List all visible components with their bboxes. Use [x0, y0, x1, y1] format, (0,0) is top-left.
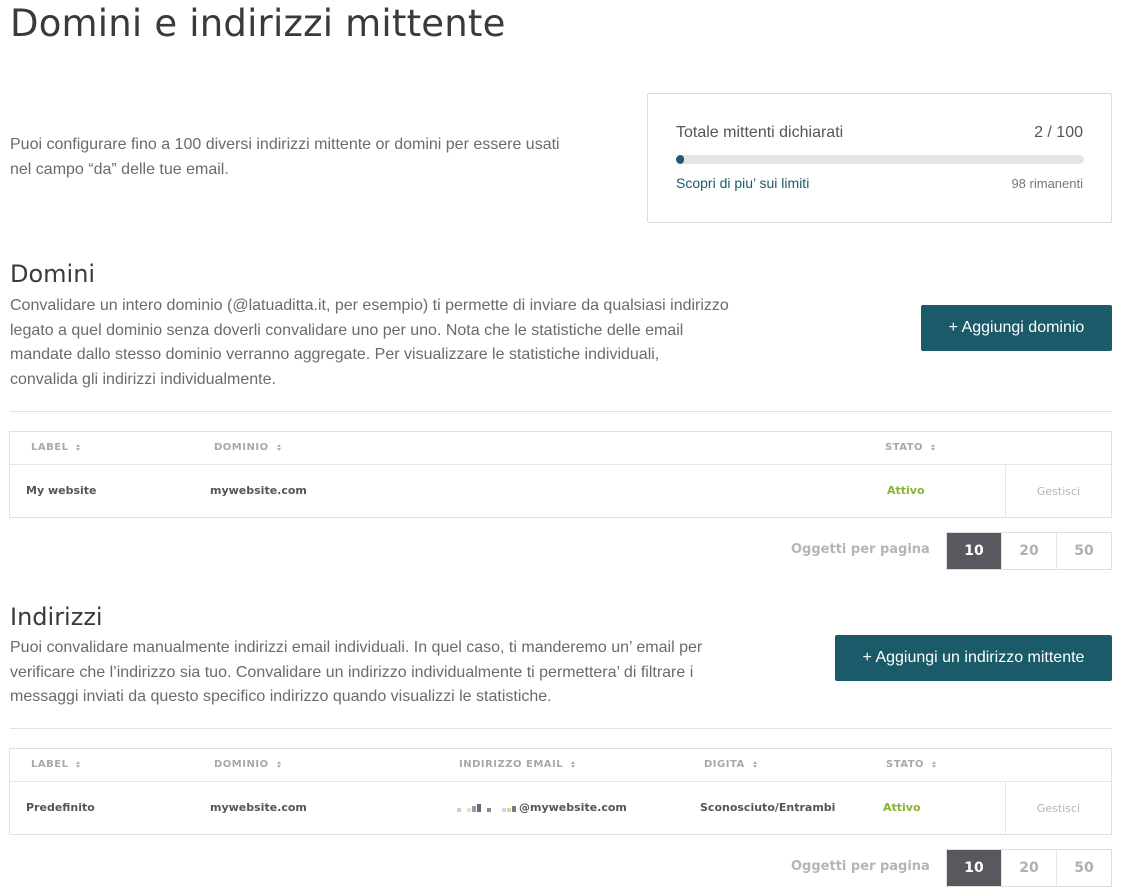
table-row: My website mywebsite.com Attivo Gestisci — [10, 465, 1111, 517]
domains-description: Convalidare un intero dominio (@latuadit… — [10, 297, 729, 388]
sort-icon — [571, 761, 576, 768]
status-badge: Attivo — [883, 801, 921, 814]
table-row: Predefinito mywebsite.com @mywebsite.com… — [10, 782, 1111, 834]
addresses-description: Puoi convalidare manualmente indirizzi e… — [10, 639, 703, 705]
limits-progress-bar — [676, 155, 1084, 164]
row-label: Predefinito — [26, 801, 95, 814]
domains-per-page-selector: 10 20 50 — [946, 532, 1112, 570]
row-type: Sconosciuto/Entrambi — [700, 801, 836, 814]
addresses-table: LABEL DOMINIO INDIRIZZO EMAIL DIGITA STA… — [9, 748, 1112, 835]
domains-divider — [10, 411, 1112, 412]
intro-text: Puoi configurare fino a 100 diversi indi… — [10, 136, 560, 178]
per-page-option-10[interactable]: 10 — [947, 850, 1001, 886]
sort-icon — [932, 761, 937, 768]
sort-icon — [931, 444, 936, 451]
column-header-email[interactable]: INDIRIZZO EMAIL — [459, 759, 576, 770]
sender-limits-card: Totale mittenti dichiarati 2 / 100 Scopr… — [647, 93, 1112, 223]
domains-table: LABEL DOMINIO STATO My website mywebsite… — [9, 431, 1112, 518]
column-header-label[interactable]: LABEL — [31, 759, 81, 770]
column-header-status[interactable]: STATO — [886, 759, 937, 770]
limits-count: 2 / 100 — [1034, 124, 1083, 141]
domains-table-header: LABEL DOMINIO STATO — [10, 432, 1111, 465]
add-domain-button[interactable]: + Aggiungi dominio — [921, 305, 1112, 351]
column-header-type[interactable]: DIGITA — [704, 759, 757, 770]
status-badge: Attivo — [887, 484, 925, 497]
domains-section-title: Domini — [10, 260, 96, 288]
sort-icon — [276, 444, 281, 451]
sort-icon — [76, 444, 81, 451]
sort-icon — [76, 761, 81, 768]
per-page-option-20[interactable]: 20 — [1001, 850, 1056, 886]
row-domain: mywebsite.com — [210, 801, 307, 814]
per-page-label: Oggetti per pagina — [791, 859, 930, 874]
row-domain: mywebsite.com — [210, 484, 307, 497]
sort-icon — [276, 761, 281, 768]
limits-label: Totale mittenti dichiarati — [676, 124, 844, 141]
addresses-per-page-selector: 10 20 50 — [946, 849, 1112, 887]
column-header-domain[interactable]: DOMINIO — [214, 442, 281, 453]
column-header-domain[interactable]: DOMINIO — [214, 759, 281, 770]
manage-button[interactable]: Gestisci — [1005, 782, 1111, 834]
per-page-option-50[interactable]: 50 — [1056, 850, 1111, 886]
column-header-status[interactable]: STATO — [885, 442, 936, 453]
addresses-divider — [10, 728, 1112, 729]
addresses-section-title: Indirizzi — [10, 603, 103, 631]
per-page-label: Oggetti per pagina — [791, 542, 930, 557]
manage-button[interactable]: Gestisci — [1005, 465, 1111, 517]
column-header-label[interactable]: LABEL — [31, 442, 81, 453]
per-page-option-10[interactable]: 10 — [947, 533, 1001, 569]
row-email-domain: @mywebsite.com — [519, 801, 627, 814]
row-label: My website — [26, 484, 97, 497]
per-page-option-50[interactable]: 50 — [1056, 533, 1111, 569]
limits-progress-fill — [676, 155, 685, 164]
page-title: Domini e indirizzi mittente — [10, 2, 506, 45]
limits-remaining: 98 rimanenti — [1011, 176, 1083, 191]
sort-icon — [752, 761, 757, 768]
redacted-email-local-part — [457, 803, 516, 812]
addresses-table-header: LABEL DOMINIO INDIRIZZO EMAIL DIGITA STA… — [10, 749, 1111, 782]
limits-learn-more-link[interactable]: Scopri di piu’ sui limiti — [676, 175, 809, 191]
row-email: @mywebsite.com — [457, 801, 627, 814]
per-page-option-20[interactable]: 20 — [1001, 533, 1056, 569]
add-sender-address-button[interactable]: + Aggiungi un indirizzo mittente — [835, 635, 1112, 681]
